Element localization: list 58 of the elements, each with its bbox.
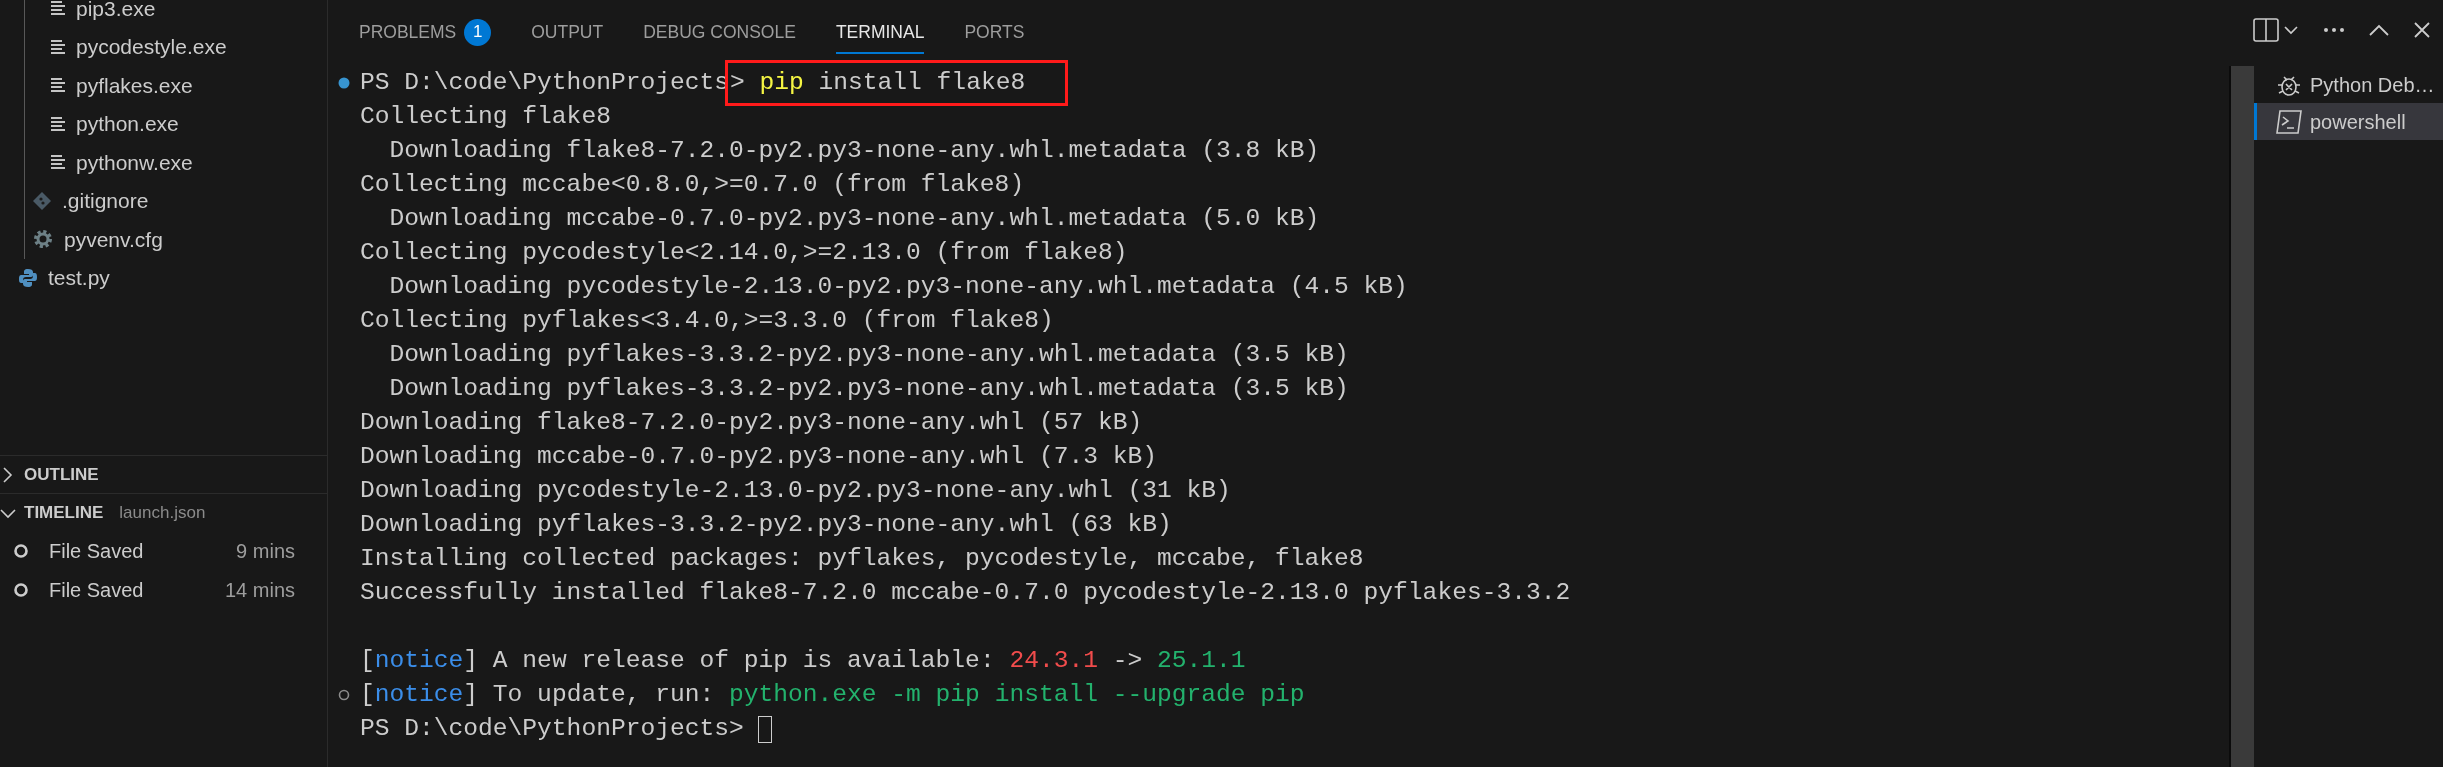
panel-tab[interactable]: OUTPUT: [531, 18, 604, 54]
gear-icon: [32, 228, 54, 251]
terminal-list-item[interactable]: Python Deb…: [2254, 66, 2443, 103]
terminal-line: Downloading mccabe-0.7.0-py2.py3-none-any.whl.metadata (5.0 kB): [388, 204, 1320, 234]
terminal-line: Collecting flake8: [360, 102, 611, 132]
close-icon[interactable]: [2413, 21, 2431, 39]
entry-label[interactable]: File Saved: [49, 535, 237, 566]
highlight-frame: > pip install flake8: [724, 60, 1069, 106]
count-badge: 1: [464, 18, 492, 46]
lines-icon: [50, 77, 66, 94]
more-icon[interactable]: [2323, 27, 2345, 33]
terminal-line: PS D:\code\PythonProjects>: [360, 714, 745, 744]
terminal-line: [notice] To update, run: python.exe -m pip install --upgrade pip: [360, 680, 1305, 710]
panel-tab[interactable]: PROBLEMS 1: [359, 18, 492, 54]
terminal-line: Collecting mccabe<0.8.0,>=0.7.0 (from flake8): [360, 170, 1025, 200]
lines-icon: [50, 0, 66, 17]
terminal-line: Downloading pycodestyle-2.13.0-py2.py3-none-any.whl.metadata (4.5 kB): [388, 272, 1408, 302]
file-name[interactable]: python.exe: [76, 108, 179, 140]
entry-label[interactable]: File Saved: [49, 574, 225, 605]
terminal-line: Downloading pyflakes-3.3.2-py2.py3-none-any.whl (63 kB): [360, 510, 1172, 540]
terminal-line: Collecting pyflakes<3.4.0,>=3.3.0 (from flake8): [360, 306, 1054, 336]
entry-time: 9 mins: [236, 538, 295, 564]
file-name[interactable]: pythonw.exe: [76, 146, 193, 178]
terminal-list-item[interactable]: powershell: [2254, 103, 2443, 140]
section-title[interactable]: OUTLINE: [24, 461, 99, 488]
terminal-line: Downloading pyflakes-3.3.2-py2.py3-none-any.whl.metadata (3.5 kB): [388, 340, 1349, 370]
panel-tab[interactable]: DEBUG CONSOLE: [643, 18, 796, 54]
entry-time: 14 mins: [224, 577, 295, 603]
terminal-line: Installing collected packages: pyflakes, pycodestyle, mccabe, flake8: [360, 544, 1364, 574]
terminal-line: Downloading pycodestyle-2.13.0-py2.py3-none-any.whl (31 kB): [360, 476, 1231, 506]
terminal-line: Collecting pycodestyle<2.14.0,>=2.13.0 (from flake8): [360, 238, 1128, 268]
terminal-line: Downloading pyflakes-3.3.2-py2.py3-none-any.whl.metadata (3.5 kB): [388, 374, 1349, 404]
lines-icon: [50, 115, 66, 132]
terminal-line: Downloading flake8-7.2.0-py2.py3-none-any.whl (57 kB): [360, 408, 1143, 438]
scrollbar[interactable]: [2229, 66, 2254, 767]
terminal-icon: [2275, 108, 2303, 135]
section-title[interactable]: TIMELINE: [24, 499, 104, 526]
terminal-line: Successfully installed flake8-7.2.0 mccabe-0.7.0 pycodestyle-2.13.0 pyflakes-3.3.2: [360, 578, 1571, 608]
section-subtitle: launch.json: [119, 501, 206, 524]
lines-icon: [50, 154, 66, 171]
file-name[interactable]: .gitignore: [62, 185, 149, 217]
python-icon: [18, 267, 38, 288]
panel-tab[interactable]: PORTS: [964, 18, 1025, 54]
caret-up-icon[interactable]: [2369, 24, 2389, 36]
file-name[interactable]: test.py: [48, 262, 110, 294]
diamond-icon: [32, 190, 52, 211]
panel-tab[interactable]: TERMINAL: [835, 18, 925, 54]
file-name[interactable]: pycodestyle.exe: [76, 31, 227, 63]
circle-icon: [13, 542, 29, 559]
file-name[interactable]: pyflakes.exe: [76, 69, 193, 101]
file-name[interactable]: pip3.exe: [76, 0, 156, 24]
file-name[interactable]: pyvenv.cfg: [64, 223, 163, 255]
circle-icon: [13, 581, 29, 598]
terminal-line: Downloading flake8-7.2.0-py2.py3-none-any.whl.metadata (3.8 kB): [388, 136, 1320, 166]
terminal-line: Downloading mccabe-0.7.0-py2.py3-none-any.whl (7.3 kB): [360, 442, 1157, 472]
terminal-line: [notice] A new release of pip is available: 24.3.1 -> 25.1.1: [360, 646, 1246, 676]
split-layout-icon[interactable]: [2253, 18, 2299, 42]
lines-icon: [50, 38, 66, 55]
